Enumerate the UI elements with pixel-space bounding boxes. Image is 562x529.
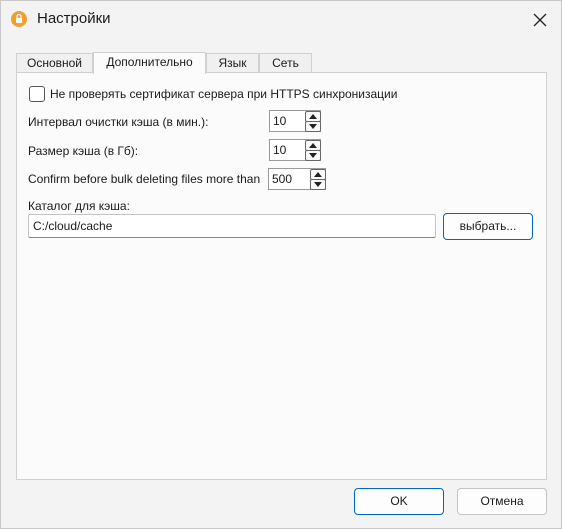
skip-cert-checkbox[interactable] bbox=[29, 86, 45, 102]
browse-button[interactable]: выбрать... bbox=[443, 213, 533, 240]
cache-dir-label: Каталог для кэша: bbox=[28, 199, 130, 213]
triangle-down-icon bbox=[309, 153, 317, 158]
cache-interval-stepper[interactable]: 10 bbox=[269, 110, 321, 132]
bulk-delete-value[interactable]: 500 bbox=[272, 172, 292, 186]
tab-network[interactable]: Сеть bbox=[259, 53, 312, 73]
triangle-up-icon bbox=[314, 172, 322, 177]
cache-interval-value[interactable]: 10 bbox=[273, 114, 286, 128]
window-title: Настройки bbox=[37, 10, 111, 27]
cache-size-stepper[interactable]: 10 bbox=[269, 139, 321, 161]
skip-cert-label: Не проверять сертификат сервера при HTTP… bbox=[50, 87, 398, 101]
cache-interval-label: Интервал очистки кэша (в мин.): bbox=[28, 115, 209, 129]
close-icon bbox=[533, 13, 547, 27]
app-icon bbox=[11, 11, 27, 27]
cache-size-label: Размер кэша (в Гб): bbox=[28, 144, 139, 158]
cache-size-value[interactable]: 10 bbox=[273, 143, 286, 157]
triangle-up-icon bbox=[309, 143, 317, 148]
bulk-delete-label: Confirm before bulk deleting files more … bbox=[28, 172, 261, 186]
tab-advanced[interactable]: Дополнительно bbox=[93, 52, 206, 74]
triangle-down-icon bbox=[309, 124, 317, 129]
cancel-button[interactable]: Отмена bbox=[457, 488, 547, 515]
triangle-down-icon bbox=[314, 182, 322, 187]
advanced-panel: Не проверять сертификат сервера при HTTP… bbox=[16, 72, 547, 480]
spin-down-button[interactable] bbox=[305, 150, 321, 161]
cache-dir-value[interactable]: C:/cloud/cache bbox=[33, 219, 112, 233]
ok-button[interactable]: OK bbox=[354, 488, 444, 515]
cache-dir-input[interactable]: C:/cloud/cache bbox=[28, 214, 436, 238]
title-bar: Настройки bbox=[1, 1, 561, 39]
settings-dialog: Настройки Основной Дополнительно Язык Се… bbox=[0, 0, 562, 529]
close-button[interactable] bbox=[519, 1, 561, 39]
tab-language[interactable]: Язык bbox=[206, 53, 259, 73]
triangle-up-icon bbox=[309, 114, 317, 119]
spin-down-button[interactable] bbox=[310, 179, 326, 190]
tab-general[interactable]: Основной bbox=[16, 53, 93, 73]
bulk-delete-stepper[interactable]: 500 bbox=[268, 168, 326, 190]
spin-down-button[interactable] bbox=[305, 121, 321, 132]
